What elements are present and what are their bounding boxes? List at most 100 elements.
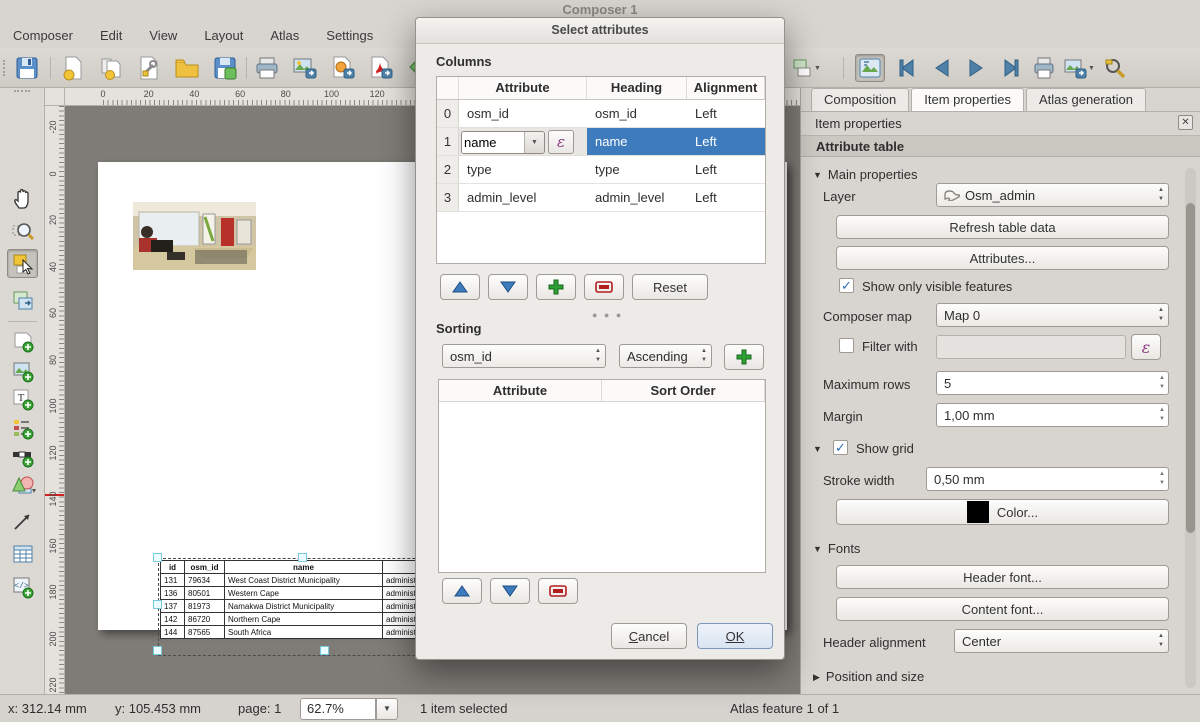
selection-handle[interactable] [320, 646, 329, 655]
select-move-item-button[interactable] [7, 249, 38, 278]
composer-map-combo[interactable]: Map 0 ▲▼ [936, 303, 1169, 327]
header-alignment-combo[interactable]: Center ▲▼ [954, 629, 1169, 653]
tab-composition[interactable]: Composition [811, 88, 909, 111]
add-arrow-button[interactable] [7, 506, 38, 535]
atlas-last-feature-button[interactable] [995, 54, 1025, 82]
columns-table-row[interactable]: 2typetypeLeft [437, 156, 765, 184]
filter-expression-button[interactable]: ε [1131, 334, 1161, 360]
spin-arrows-icon[interactable]: ▲▼ [701, 347, 707, 365]
column-remove-button[interactable] [584, 274, 624, 300]
selection-handle[interactable] [153, 553, 162, 562]
sort-add-button[interactable] [724, 344, 764, 370]
selection-handle[interactable] [298, 553, 307, 562]
add-image-button[interactable] [7, 356, 38, 385]
panel-close-icon[interactable]: ✕ [1178, 115, 1193, 130]
export-atlas-button[interactable]: ▼ [1061, 54, 1097, 82]
tab-atlas-generation[interactable]: Atlas generation [1026, 88, 1146, 111]
atlas-settings-button[interactable] [1100, 54, 1130, 82]
column-add-button[interactable] [536, 274, 576, 300]
columns-table-row[interactable]: 3admin_leveladmin_levelLeft [437, 184, 765, 212]
cell-heading[interactable]: osm_id [587, 100, 687, 127]
add-legend-button[interactable] [7, 413, 38, 442]
menu-view[interactable]: View [149, 28, 177, 43]
sort-attribute-combo[interactable]: osm_id ▲▼ [442, 344, 606, 368]
reset-button[interactable]: Reset [632, 274, 708, 300]
sort-order-combo[interactable]: Ascending ▲▼ [619, 344, 712, 368]
refresh-table-data-button[interactable]: Refresh table data [836, 215, 1169, 239]
combobox-dropdown-icon[interactable]: ▼ [524, 132, 544, 153]
spin-arrows-icon[interactable]: ▲▼ [595, 347, 601, 365]
print-button[interactable] [252, 54, 282, 82]
column-move-up-button[interactable] [440, 274, 480, 300]
panel-scrollbar[interactable] [1185, 168, 1196, 688]
align-items-button[interactable]: ▼ [789, 54, 823, 82]
export-pdf-button[interactable] [366, 54, 396, 82]
selection-handle[interactable] [153, 646, 162, 655]
scrollbar-thumb[interactable] [1186, 203, 1195, 533]
cell-alignment[interactable]: Left [687, 128, 765, 155]
fonts-group[interactable]: ▼Fonts [813, 541, 860, 556]
cell-alignment[interactable]: Left [687, 156, 765, 183]
column-header-alignment[interactable]: Alignment [687, 77, 765, 99]
tab-item-properties[interactable]: Item properties [911, 88, 1024, 111]
spin-arrows-icon[interactable]: ▲▼ [1159, 470, 1165, 488]
spin-arrows-icon[interactable]: ▲▼ [1158, 186, 1164, 204]
spin-arrows-icon[interactable]: ▲▼ [1159, 374, 1165, 392]
columns-table[interactable]: Attribute Heading Alignment 0osm_idosm_i… [436, 76, 766, 264]
print-atlas-button[interactable] [1029, 54, 1059, 82]
cell-alignment[interactable]: Left [687, 184, 765, 211]
cell-heading[interactable]: admin_level [587, 184, 687, 211]
main-properties-group[interactable]: ▼Main properties [813, 167, 918, 182]
margin-spinbox[interactable]: 1,00 mm ▲▼ [936, 403, 1169, 427]
preview-atlas-toggle[interactable] [855, 54, 885, 82]
move-item-content-button[interactable] [7, 286, 38, 315]
zoom-level-field[interactable]: 62.7% [300, 698, 376, 720]
add-scalebar-button[interactable] [7, 441, 38, 470]
add-shape-button[interactable] [7, 470, 38, 499]
cell-heading[interactable]: name [587, 128, 687, 155]
export-svg-button[interactable] [328, 54, 358, 82]
composition-manager-button[interactable] [134, 54, 164, 82]
menu-atlas[interactable]: Atlas [270, 28, 299, 43]
cell-attribute[interactable]: osm_id [459, 100, 587, 127]
sort-header-order[interactable]: Sort Order [602, 380, 765, 401]
splitter-handle[interactable]: ● ● ● [592, 310, 623, 320]
save-as-template-button[interactable] [210, 54, 240, 82]
attribute-edit-input[interactable] [462, 132, 524, 153]
columns-table-row[interactable]: 1▼εnameLeft [437, 128, 765, 156]
spin-arrows-icon[interactable]: ▲▼ [1158, 306, 1164, 324]
cell-attribute[interactable]: type [459, 156, 587, 183]
spin-arrows-icon[interactable]: ▲▼ [1158, 632, 1164, 650]
spin-arrows-icon[interactable]: ▲▼ [1159, 406, 1165, 424]
menu-composer[interactable]: Composer [13, 28, 73, 43]
duplicate-composition-button[interactable] [96, 54, 126, 82]
grid-color-button[interactable]: Color... [836, 499, 1169, 525]
menu-layout[interactable]: Layout [204, 28, 243, 43]
column-header-heading[interactable]: Heading [587, 77, 687, 99]
zoom-dropdown-button[interactable]: ▼ [376, 698, 398, 720]
show-grid-checkbox[interactable]: ✓ [833, 440, 848, 455]
selection-handle[interactable] [153, 600, 162, 609]
open-button[interactable] [172, 54, 202, 82]
attribute-combobox[interactable]: ▼ [461, 131, 545, 154]
export-image-button[interactable] [290, 54, 320, 82]
picture-item-photo[interactable] [133, 202, 256, 270]
sort-move-up-button[interactable] [442, 578, 482, 604]
sorting-table[interactable]: Attribute Sort Order [438, 379, 766, 573]
cell-alignment[interactable]: Left [687, 100, 765, 127]
maximum-rows-spinbox[interactable]: 5 ▲▼ [936, 371, 1169, 395]
position-size-group[interactable]: ▶Position and size [813, 669, 924, 684]
show-only-visible-checkbox[interactable]: ✓ [839, 278, 854, 293]
column-header-attribute[interactable]: Attribute [459, 77, 587, 99]
show-grid-group[interactable]: ▼ [813, 441, 828, 456]
new-composition-button[interactable] [58, 54, 88, 82]
content-font-button[interactable]: Content font... [836, 597, 1169, 621]
cancel-button[interactable]: Cancel [611, 623, 687, 649]
column-move-down-button[interactable] [488, 274, 528, 300]
ok-button[interactable]: OK [697, 623, 773, 649]
add-new-map-button[interactable] [7, 326, 38, 355]
add-label-button[interactable]: T [7, 384, 38, 413]
cell-attribute[interactable]: ▼ε [459, 128, 587, 155]
atlas-next-feature-button[interactable] [961, 54, 991, 82]
atlas-previous-feature-button[interactable] [927, 54, 957, 82]
